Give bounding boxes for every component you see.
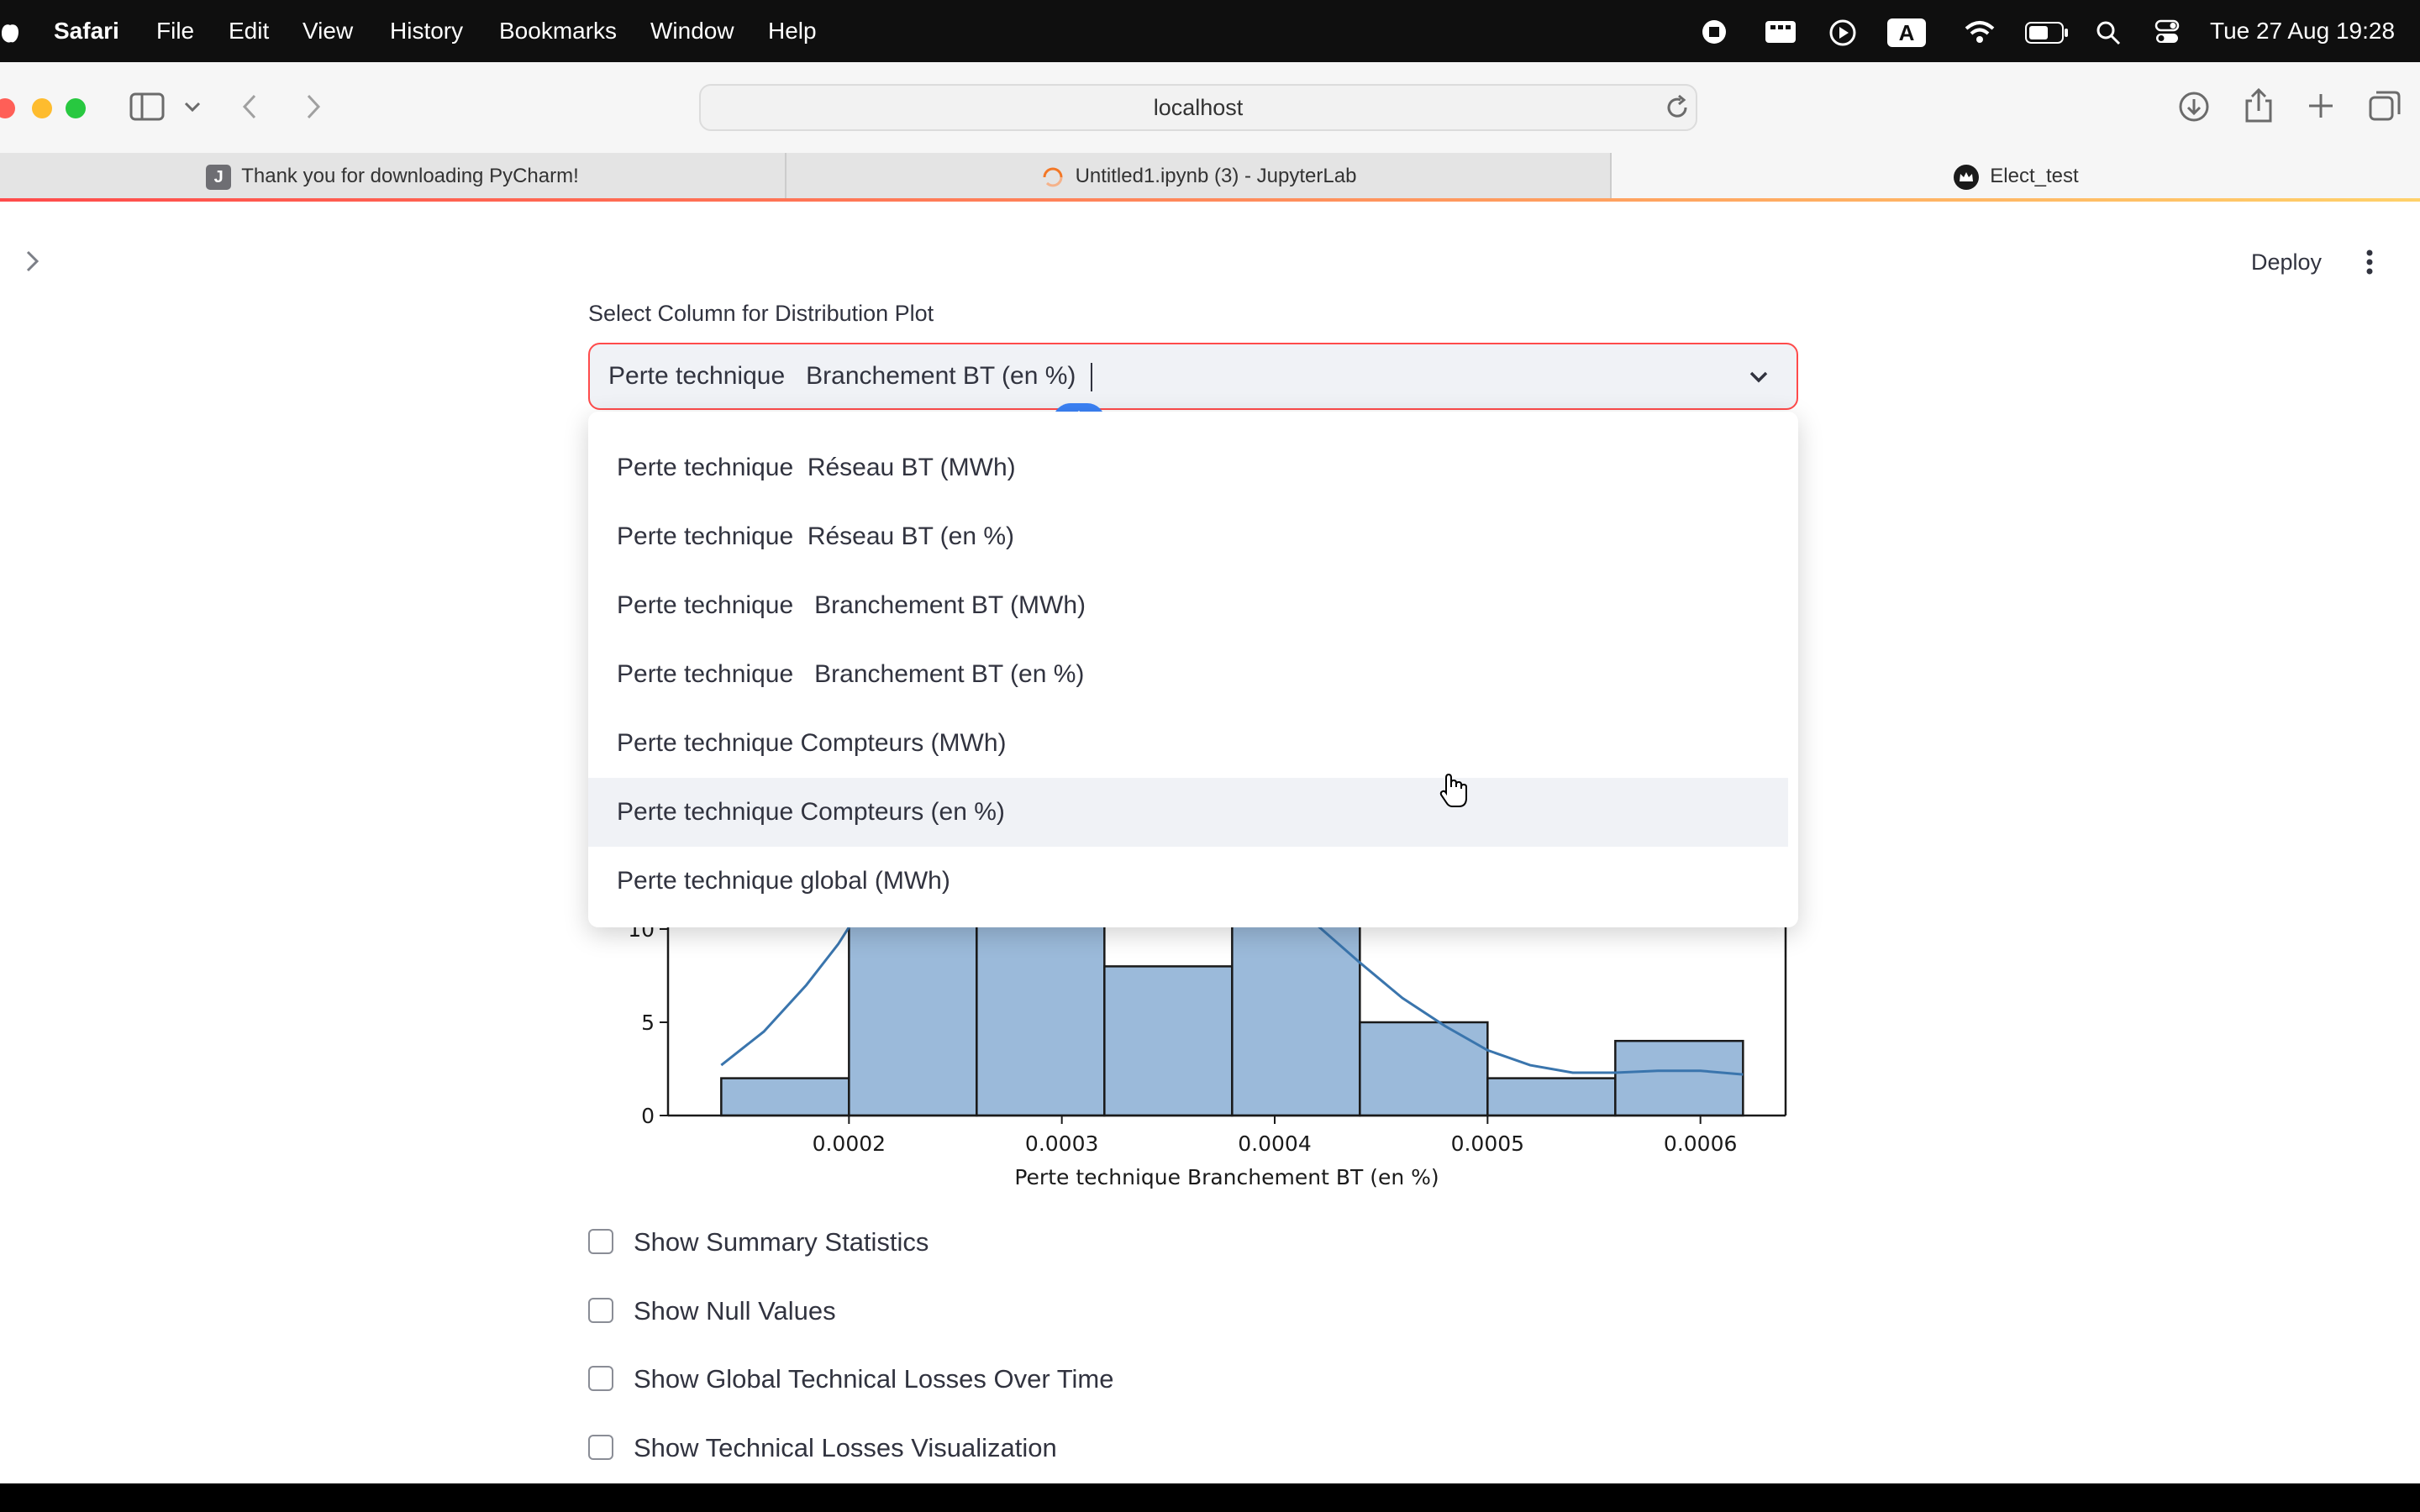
x-tick-label: 0.0002: [813, 1131, 886, 1156]
address-bar[interactable]: localhost: [699, 84, 1697, 131]
display-icon[interactable]: [1765, 20, 1797, 44]
checkbox-box[interactable]: [588, 1229, 613, 1254]
dropdown-option-hovered[interactable]: Perte technique Compteurs (en %): [588, 778, 1788, 847]
dropdown-option[interactable]: Perte technique Réseau BT (MWh): [588, 433, 1788, 502]
tab-elect-test-label: Elect_test: [1990, 165, 2079, 187]
dropdown-option[interactable]: Perte technique Branchement BT (en %): [588, 640, 1788, 709]
menu-view[interactable]: View: [302, 0, 353, 62]
macos-menubar: Safari File Edit View History Bookmarks …: [0, 0, 2420, 62]
pycharm-favicon: J: [206, 164, 232, 190]
record-icon[interactable]: [1701, 18, 1728, 45]
new-tab-icon[interactable]: [2306, 91, 2336, 121]
checkbox-label: Show Summary Statistics: [634, 1227, 929, 1257]
menu-file[interactable]: File: [156, 0, 194, 62]
dropdown-option[interactable]: Perte technique Réseau BT (en %): [588, 502, 1788, 571]
histogram-bar: [1614, 1039, 1744, 1117]
menu-bookmarks[interactable]: Bookmarks: [499, 0, 617, 62]
screen-bottom-edge: [0, 1483, 2420, 1512]
address-text: localhost: [1153, 95, 1244, 120]
tab-elect-test[interactable]: Elect_test: [1612, 153, 2420, 200]
menu-window[interactable]: Window: [650, 0, 734, 62]
spotlight-icon[interactable]: [2096, 20, 2121, 45]
y-tick-label: 0: [641, 1104, 655, 1128]
chevron-down-icon[interactable]: [1748, 366, 1770, 388]
text-caret: [1091, 363, 1092, 391]
x-tick-label: 0.0003: [1025, 1131, 1098, 1156]
forward-icon[interactable]: [304, 92, 323, 121]
tab-overview-icon[interactable]: [2368, 89, 2402, 123]
control-center-icon[interactable]: [2154, 18, 2180, 45]
column-select[interactable]: Perte technique Branchement BT (en %): [588, 343, 1798, 410]
tab-jupyterlab[interactable]: Untitled1.ipynb (3) - JupyterLab: [786, 153, 1610, 200]
window-zoom-button[interactable]: [66, 98, 86, 118]
menubar-datetime: Tue 27 Aug 19:28: [2210, 18, 2396, 44]
x-tick-label: 0.0006: [1664, 1131, 1737, 1156]
main-menu-kebab-icon[interactable]: [2363, 249, 2376, 276]
sidebar-menu-chevron-icon[interactable]: [183, 99, 202, 114]
apple-logo-icon[interactable]: [0, 17, 22, 45]
select-dropdown-menu: Perte technique Réseau BT (MWh) Perte te…: [588, 412, 1798, 927]
share-icon[interactable]: [2244, 87, 2274, 123]
select-label: Select Column for Distribution Plot: [588, 301, 934, 326]
checkbox-label: Show Null Values: [634, 1296, 836, 1326]
checkbox-label: Show Global Technical Losses Over Time: [634, 1364, 1114, 1394]
select-value: Perte technique Branchement BT (en %): [608, 362, 1076, 390]
dropdown-option[interactable]: Perte technique Branchement BT (MWh): [588, 571, 1788, 640]
sidebar-toggle-icon[interactable]: [129, 92, 165, 121]
play-icon[interactable]: [1828, 18, 1857, 47]
histogram-bar: [1486, 1077, 1617, 1117]
dropdown-option[interactable]: Perte technique Compteurs (MWh): [588, 709, 1788, 778]
menu-help[interactable]: Help: [768, 0, 817, 62]
wifi-icon[interactable]: [1963, 18, 1996, 45]
checkbox-box[interactable]: [588, 1366, 613, 1391]
checkbox-label: Show Technical Losses Visualization: [634, 1433, 1057, 1462]
tab-pycharm[interactable]: J Thank you for downloading PyCharm!: [0, 153, 785, 200]
battery-icon[interactable]: [2025, 22, 2069, 44]
tab-pycharm-label: Thank you for downloading PyCharm!: [241, 165, 579, 187]
histogram-bar: [1359, 1021, 1489, 1117]
window-minimize-button[interactable]: [32, 98, 52, 118]
input-source-icon[interactable]: A: [1887, 18, 1926, 47]
page-load-indicator: [0, 198, 2420, 202]
loading-spinner-icon: [1043, 167, 1063, 187]
downloads-icon[interactable]: [2178, 91, 2210, 123]
histogram-bar: [1103, 965, 1234, 1117]
dropdown-option[interactable]: Perte technique global (MWh): [588, 847, 1788, 916]
x-axis-label: Perte technique Branchement BT (en %): [1014, 1165, 1439, 1189]
streamlit-crown-icon: [1954, 164, 1980, 190]
expand-sidebar-chevron-icon[interactable]: [24, 249, 42, 274]
menu-edit[interactable]: Edit: [229, 0, 269, 62]
y-tick-label: 5: [641, 1011, 655, 1035]
hand-pointer-cursor-icon: [1439, 773, 1467, 807]
x-tick-label: 0.0005: [1451, 1131, 1524, 1156]
deploy-button[interactable]: Deploy: [2232, 244, 2341, 281]
x-tick-label: 0.0004: [1238, 1131, 1311, 1156]
menu-history[interactable]: History: [390, 0, 463, 62]
back-icon[interactable]: [240, 92, 259, 121]
reload-icon[interactable]: [1664, 94, 1691, 121]
menu-app-name[interactable]: Safari: [54, 0, 119, 62]
checkbox-box[interactable]: [588, 1435, 613, 1460]
histogram-bar: [720, 1077, 850, 1117]
tab-jupyterlab-label: Untitled1.ipynb (3) - JupyterLab: [1075, 165, 1357, 187]
checkbox-box[interactable]: [588, 1298, 613, 1323]
